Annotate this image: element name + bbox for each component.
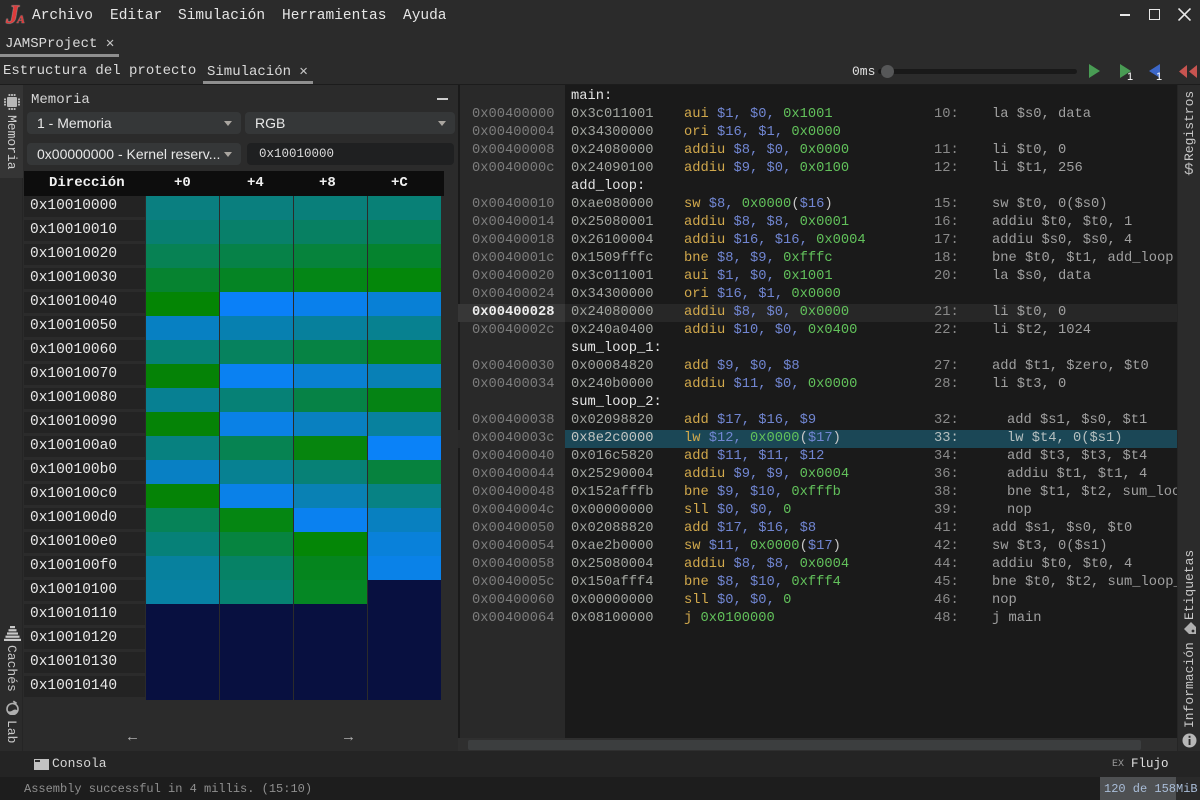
svg-text:1: 1 xyxy=(1127,71,1133,82)
svg-text:1: 1 xyxy=(1156,71,1162,82)
